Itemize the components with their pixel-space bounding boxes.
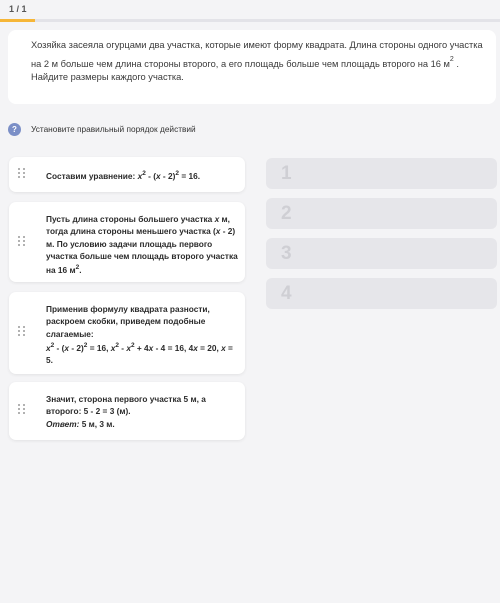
- progress-bar: [0, 19, 500, 22]
- question-line-1-end: .: [453, 58, 459, 69]
- slot-number: 4: [281, 283, 292, 304]
- instruction-text: Установите правильный порядок действий: [31, 124, 196, 134]
- step-card-2[interactable]: Пусть длина стороны большего участка x м…: [9, 202, 245, 282]
- answer-slot-3[interactable]: 3: [266, 238, 497, 269]
- question-card: Хозяйка засеяла огурцами два участка, ко…: [8, 30, 496, 104]
- drag-handle-icon[interactable]: [18, 236, 26, 248]
- top-bar: 1 / 1: [0, 0, 500, 22]
- drag-handle-icon[interactable]: [18, 326, 26, 338]
- answer-slot-1[interactable]: 1: [266, 158, 497, 189]
- progress-fill: [0, 19, 35, 22]
- step-text-3: Применив формулу квадрата разности, раск…: [46, 304, 233, 365]
- slot-number: 1: [281, 163, 292, 184]
- instruction: ? Установите правильный порядок действий: [8, 121, 196, 137]
- step-text-4: Значит, сторона первого участка 5 м, а в…: [46, 394, 206, 429]
- drag-handle-icon[interactable]: [18, 404, 26, 416]
- answer-slot-4[interactable]: 4: [266, 278, 497, 309]
- question-line-1: Хозяйка засеяла огурцами два участка, ко…: [31, 40, 483, 69]
- question-text: Хозяйка засеяла огурцами два участка, ко…: [31, 39, 486, 71]
- slot-number: 3: [281, 243, 292, 264]
- step-text-1: Составим уравнение: x2 - (x - 2)2 = 16.: [46, 170, 201, 181]
- step-card-3[interactable]: Применив формулу квадрата разности, раск…: [9, 292, 245, 374]
- step-card-4[interactable]: Значит, сторона первого участка 5 м, а в…: [9, 382, 245, 440]
- step-card-1[interactable]: Составим уравнение: x2 - (x - 2)2 = 16.: [9, 157, 245, 192]
- slot-number: 2: [281, 203, 292, 224]
- question-task: Найдите размеры каждого участка.: [31, 72, 184, 83]
- step-text-2: Пусть длина стороны большего участка x м…: [46, 214, 238, 275]
- drag-handle-icon[interactable]: [18, 168, 26, 180]
- answer-slot-2[interactable]: 2: [266, 198, 497, 229]
- help-icon[interactable]: ?: [8, 122, 21, 136]
- question-counter: 1 / 1: [9, 4, 27, 14]
